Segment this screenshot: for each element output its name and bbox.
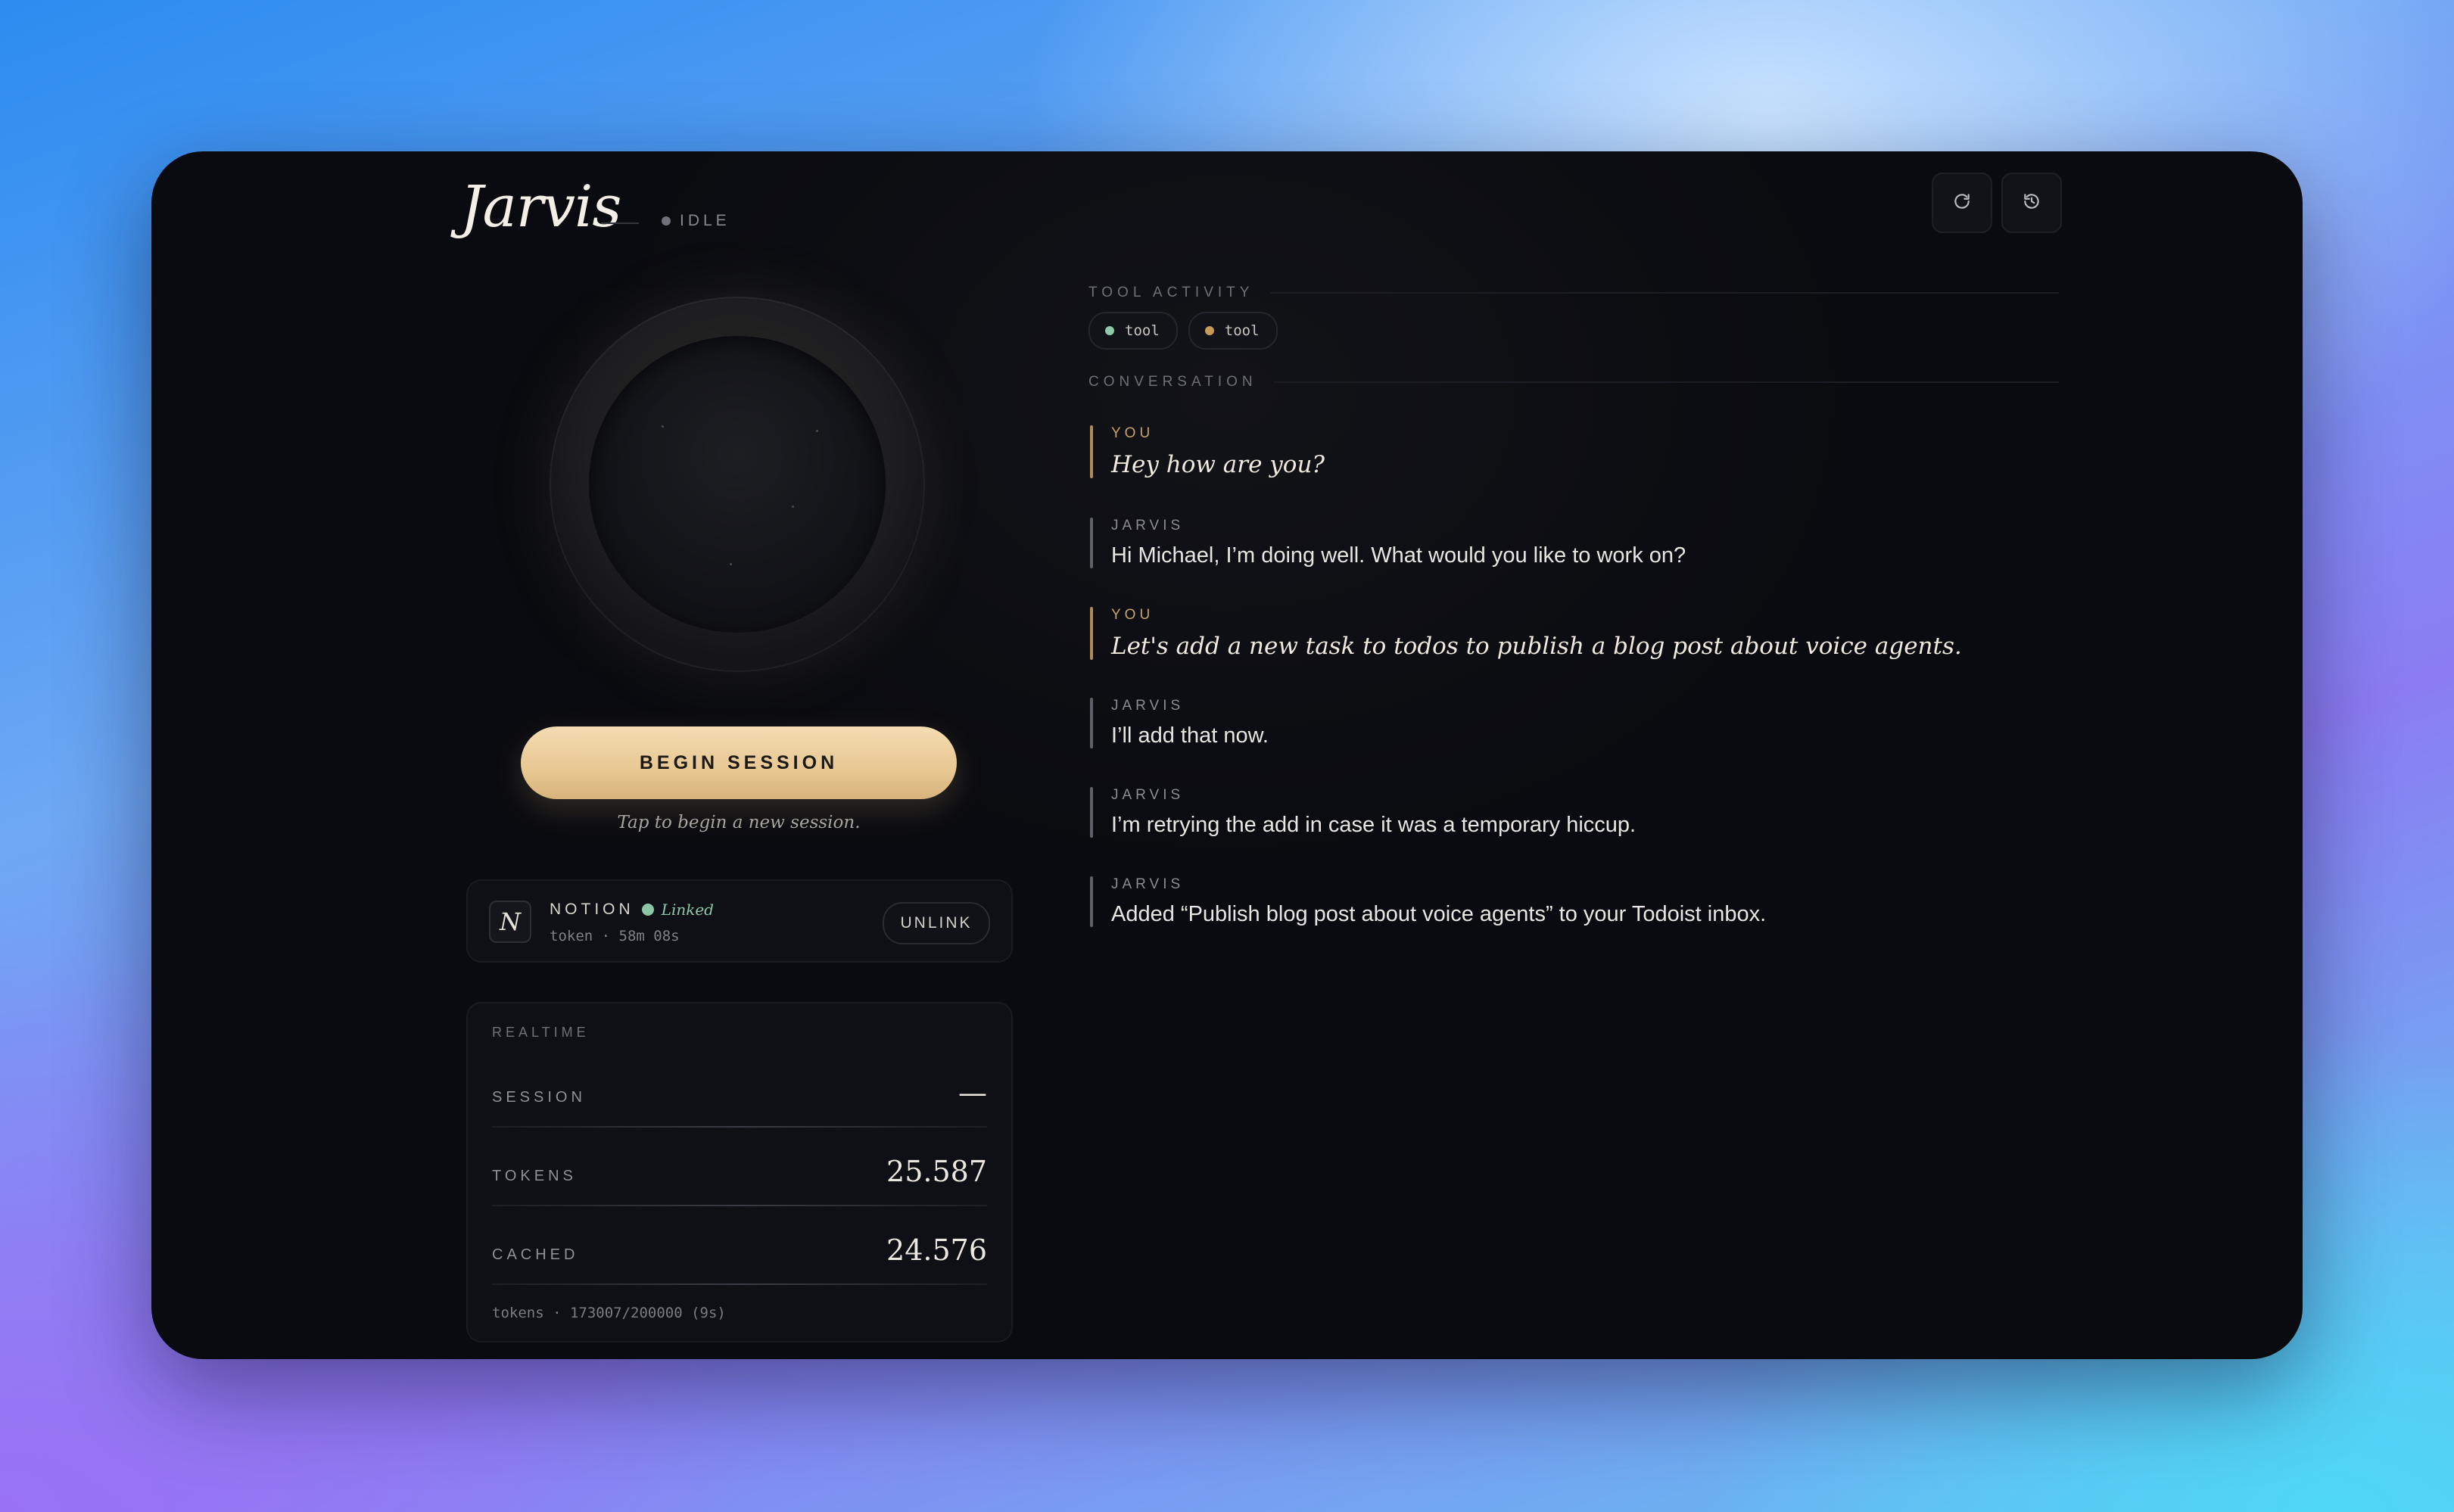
message-accent-bar <box>1090 425 1093 478</box>
message-text: Hi Michael, I’m doing well. What would y… <box>1111 543 1686 568</box>
stat-row-cached: CACHED 24.576 <box>492 1206 987 1285</box>
begin-session-button[interactable]: BEGIN SESSION <box>521 726 957 799</box>
notion-name: NOTION <box>550 901 634 918</box>
notion-integration-card: N NOTION Linked token · 58m 08s UNLINK <box>466 879 1013 963</box>
history-button[interactable] <box>2001 173 2062 233</box>
message-jarvis: JARVIS I’ll add that now. <box>1090 698 1269 748</box>
tool-status-dot <box>1105 326 1114 335</box>
conversation-label: CONVERSATION <box>1088 374 1257 390</box>
tool-status-dot <box>1204 326 1214 335</box>
message-you: YOU Hey how are you? <box>1090 425 1325 478</box>
linked-status-dot <box>641 904 654 916</box>
status-dot <box>662 216 671 226</box>
linked-status-text: Linked <box>661 901 714 919</box>
message-jarvis: JARVIS Added “Publish blog post about vo… <box>1090 876 1766 927</box>
orb-speck <box>730 563 732 565</box>
message-accent-bar <box>1090 698 1093 748</box>
tool-chip[interactable]: tool <box>1188 312 1278 350</box>
orb-ring <box>550 297 925 672</box>
app-logo: Jarvis <box>460 173 621 240</box>
message-text: Let's add a new task to todos to publish… <box>1111 633 1962 660</box>
status-indicator: IDLE <box>662 212 730 230</box>
stat-row-tokens: TOKENS 25.587 <box>492 1128 987 1206</box>
message-speaker: YOU <box>1111 425 1154 441</box>
stat-label: CACHED <box>492 1246 579 1263</box>
stat-label: SESSION <box>492 1089 586 1106</box>
message-you: YOU Let's add a new task to todos to pub… <box>1090 607 1962 660</box>
section-divider <box>1270 292 2059 294</box>
message-speaker: JARVIS <box>1111 698 1185 714</box>
section-divider <box>1273 381 2059 383</box>
stat-value: — <box>958 1076 987 1109</box>
refresh-icon <box>1952 191 1972 215</box>
realtime-heading: REALTIME <box>492 1025 590 1040</box>
message-jarvis: JARVIS Hi Michael, I’m doing well. What … <box>1090 518 1686 568</box>
message-speaker: JARVIS <box>1111 518 1185 534</box>
status-text: IDLE <box>680 212 730 229</box>
logo-divider <box>601 222 639 224</box>
tool-chip[interactable]: tool <box>1088 312 1178 350</box>
message-accent-bar <box>1090 787 1093 838</box>
token-usage-footer: tokens · 173007/200000 (9s) <box>492 1305 726 1321</box>
orb-core <box>589 336 886 633</box>
stat-row-session: SESSION — <box>492 1049 987 1128</box>
orb-speck <box>662 425 664 428</box>
message-text: I’m retrying the add in case it was a te… <box>1111 813 1637 837</box>
orb-speck <box>792 506 794 508</box>
begin-session-hint: Tap to begin a new session. <box>617 813 861 832</box>
message-accent-bar <box>1090 607 1093 660</box>
notion-token-info: token · 58m 08s <box>550 928 680 944</box>
stat-label: TOKENS <box>492 1168 577 1184</box>
app-window: Jarvis IDLE BEGIN SESSION Tap to begin a… <box>151 151 2303 1359</box>
voice-orb[interactable] <box>454 265 1029 719</box>
refresh-button[interactable] <box>1932 173 1992 233</box>
history-icon <box>2022 191 2041 215</box>
message-accent-bar <box>1090 518 1093 568</box>
message-text: Hey how are you? <box>1111 451 1325 478</box>
message-text: I’ll add that now. <box>1111 723 1269 748</box>
tool-activity-label: TOOL ACTIVITY <box>1088 285 1254 300</box>
conversation-heading: CONVERSATION <box>1088 374 2059 390</box>
message-text: Added “Publish blog post about voice age… <box>1111 902 1767 926</box>
tool-activity-chips: tool tool <box>1088 312 1278 350</box>
message-accent-bar <box>1090 876 1093 927</box>
message-speaker: YOU <box>1111 607 1154 623</box>
message-speaker: JARVIS <box>1111 787 1185 803</box>
message-jarvis: JARVIS I’m retrying the add in case it w… <box>1090 787 1636 838</box>
tool-chip-label: tool <box>1125 322 1160 339</box>
notion-title: NOTION Linked <box>550 901 714 919</box>
stat-divider <box>492 1283 987 1285</box>
orb-speck <box>816 430 818 432</box>
unlink-button[interactable]: UNLINK <box>883 902 990 944</box>
tool-activity-heading: TOOL ACTIVITY <box>1088 285 2059 301</box>
notion-logo-icon: N <box>489 901 531 943</box>
realtime-stats-card: REALTIME SESSION — TOKENS 25.587 CACHED … <box>466 1002 1013 1342</box>
stat-value: 25.587 <box>886 1155 987 1188</box>
message-speaker: JARVIS <box>1111 876 1185 892</box>
stat-value: 24.576 <box>886 1234 987 1267</box>
tool-chip-label: tool <box>1224 322 1260 339</box>
